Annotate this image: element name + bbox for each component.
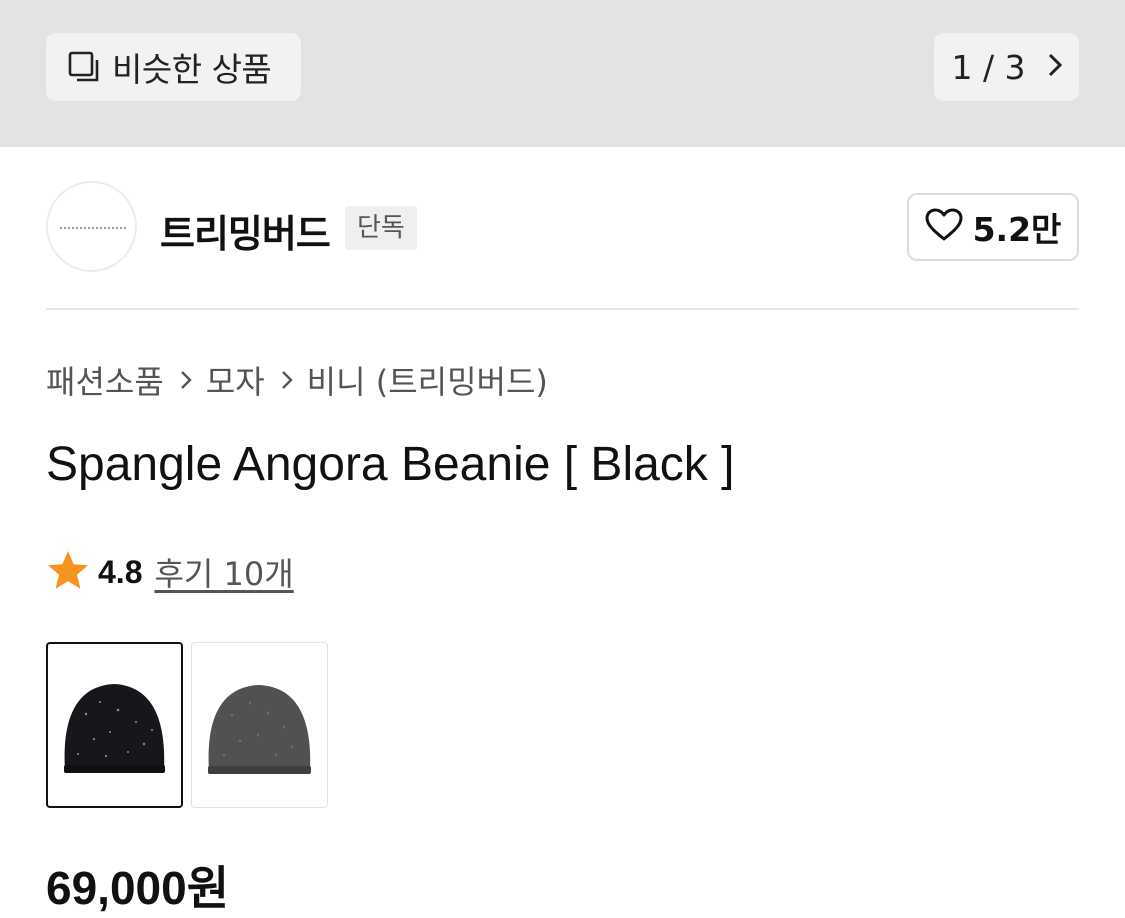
chevron-right-icon [180,370,192,390]
top-bar: 비슷한 상품 1 / 3 [0,0,1125,147]
like-count: 5.2만 [972,210,1062,249]
similar-products-button[interactable]: 비슷한 상품 [46,33,301,101]
heart-outline-icon [925,208,963,246]
star-icon [46,549,90,595]
like-button[interactable]: 5.2만 [907,193,1079,261]
reviews-link[interactable]: 후기 10개 [154,549,293,595]
chevron-right-icon [1048,53,1062,81]
exclusive-badge: 단독 [345,206,417,250]
chevron-right-icon [281,370,293,390]
product-price: 69,000원 [46,862,230,914]
pager-text: 1 / 3 [951,47,1026,87]
product-title: Spangle Angora Beanie [ Black ] [46,438,735,491]
swatch-black[interactable] [46,642,183,808]
brand-logo[interactable] [46,181,137,272]
color-swatches [46,642,328,808]
breadcrumb-item-category[interactable]: 패션소품 [46,357,164,403]
breadcrumb: 패션소품 모자 비니 (트리밍버드) [46,358,548,402]
brand-name[interactable]: 트리밍버드 [160,203,331,258]
breadcrumb-item-subcategory[interactable]: 모자 [206,357,265,403]
divider [46,308,1079,310]
image-pager-button[interactable]: 1 / 3 [934,33,1079,101]
rating-score: 4.8 [98,553,143,590]
breadcrumb-item-current[interactable]: 비니 (트리밍버드) [307,357,548,403]
rating-row: 4.8 후기 10개 [46,548,294,596]
brand-row: 트리밍버드 단독 5.2만 [46,181,1079,273]
swatch-charcoal[interactable] [191,642,328,808]
similar-products-label: 비슷한 상품 [112,50,272,89]
stacked-squares-icon [68,51,100,83]
